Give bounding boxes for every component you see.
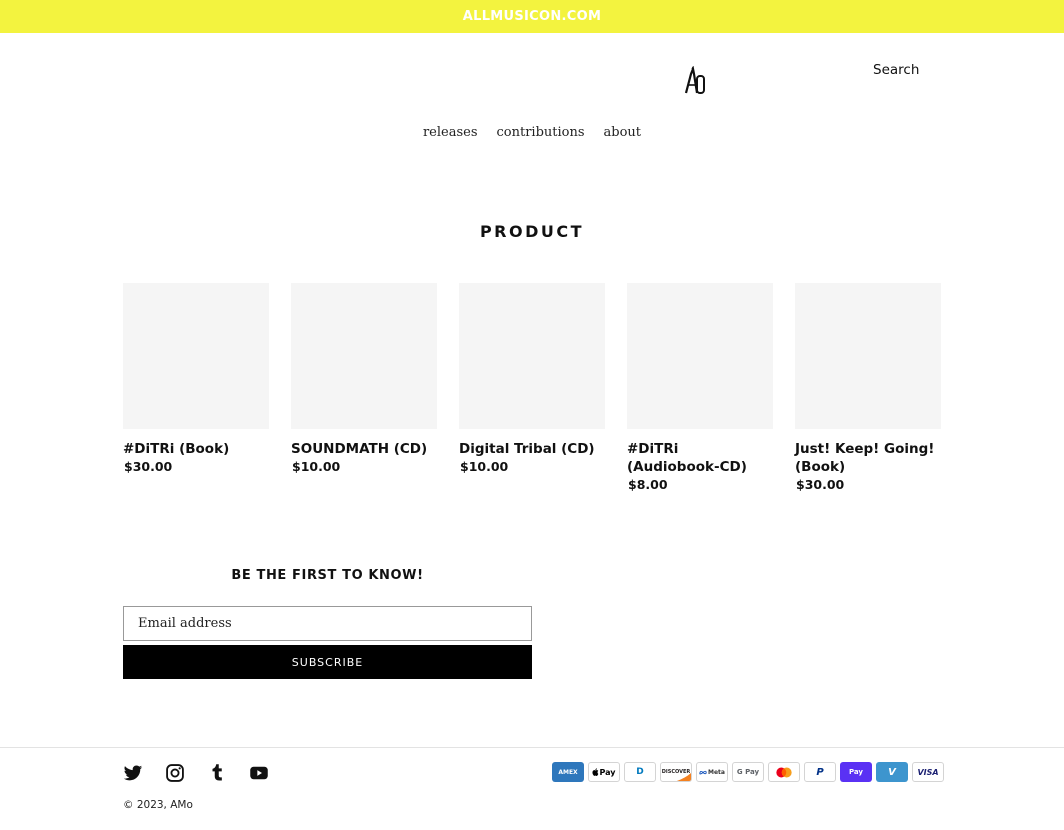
announcement-bar: ALLMUSICON.COM — [0, 0, 1064, 33]
main-nav: releases contributions about — [0, 125, 1064, 140]
product-title[interactable]: #DiTRi (Book) — [123, 440, 269, 458]
product-image[interactable] — [795, 283, 941, 429]
product-price: $10.00 — [292, 459, 341, 474]
social-links — [123, 763, 269, 783]
brand-link[interactable]: AMo — [170, 799, 193, 811]
site-logo[interactable] — [684, 65, 706, 96]
meta-pay-icon: Meta — [696, 762, 728, 782]
google-pay-icon: G Pay — [732, 762, 764, 782]
product-image[interactable] — [123, 283, 269, 429]
youtube-icon[interactable] — [249, 763, 269, 783]
product-card[interactable]: Just! Keep! Going! (Book) $30.00 — [795, 283, 941, 494]
product-price: $10.00 — [460, 459, 509, 474]
paypal-icon: P — [804, 762, 836, 782]
diners-club-icon: D — [624, 762, 656, 782]
product-title[interactable]: Just! Keep! Going! (Book) — [795, 440, 941, 476]
payment-icons: AMEX Pay D DISCOVER Meta G Pay P Pay V V… — [552, 762, 944, 782]
shop-pay-icon: Pay — [840, 762, 872, 782]
logo-icon — [684, 65, 705, 94]
product-price: $30.00 — [124, 459, 173, 474]
twitter-icon[interactable] — [123, 763, 143, 783]
product-card[interactable]: SOUNDMATH (CD) $10.00 — [291, 283, 437, 494]
copyright-text: © 2023, — [123, 799, 171, 811]
amex-icon: AMEX — [552, 762, 584, 782]
announcement-link[interactable]: ALLMUSICON.COM — [463, 9, 601, 24]
newsletter-title: BE THE FIRST TO KNOW! — [231, 568, 424, 583]
discover-icon: DISCOVER — [660, 762, 692, 782]
mastercard-circles-icon — [776, 767, 792, 777]
product-title[interactable]: Digital Tribal (CD) — [459, 440, 605, 458]
footer-divider — [0, 747, 1064, 748]
nav-item-about[interactable]: about — [604, 125, 642, 140]
mastercard-icon — [768, 762, 800, 782]
product-image[interactable] — [459, 283, 605, 429]
product-image[interactable] — [291, 283, 437, 429]
product-card[interactable]: Digital Tribal (CD) $10.00 — [459, 283, 605, 494]
product-card[interactable]: #DiTRi (Book) $30.00 — [123, 283, 269, 494]
apple-pay-icon: Pay — [588, 762, 620, 782]
meta-logo-icon — [699, 770, 707, 775]
product-card[interactable]: #DiTRi (Audiobook-CD) $8.00 — [627, 283, 773, 494]
product-grid: #DiTRi (Book) $30.00 SOUNDMATH (CD) $10.… — [123, 283, 941, 494]
email-field[interactable] — [123, 606, 532, 641]
product-price: $8.00 — [628, 477, 668, 492]
product-title[interactable]: SOUNDMATH (CD) — [291, 440, 437, 458]
collection-title: PRODUCT — [479, 222, 585, 241]
product-image[interactable] — [627, 283, 773, 429]
copyright: © 2023, AMo — [123, 799, 193, 811]
product-title[interactable]: #DiTRi (Audiobook-CD) — [627, 440, 773, 476]
tumblr-icon[interactable] — [207, 763, 227, 783]
nav-item-contributions[interactable]: contributions — [497, 125, 585, 140]
nav-item-releases[interactable]: releases — [423, 125, 478, 140]
apple-logo-icon — [592, 768, 599, 776]
subscribe-button[interactable]: SUBSCRIBE — [123, 645, 532, 679]
search-link[interactable]: Search — [873, 62, 919, 78]
visa-icon: VISA — [912, 762, 944, 782]
product-price: $30.00 — [796, 477, 845, 492]
instagram-icon[interactable] — [165, 763, 185, 783]
venmo-icon: V — [876, 762, 908, 782]
